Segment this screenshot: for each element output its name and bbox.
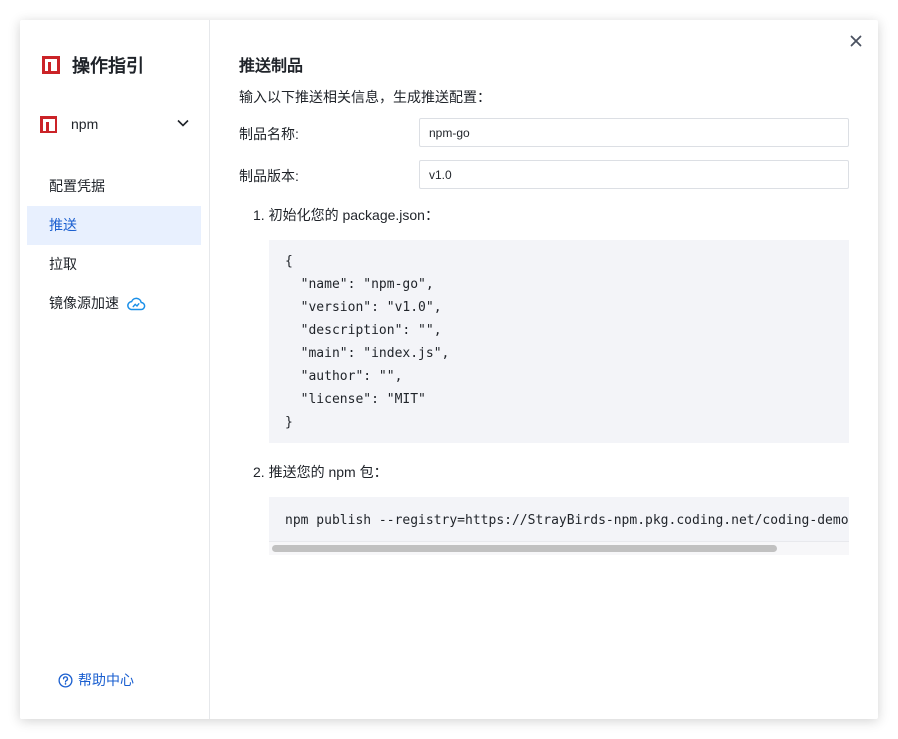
- chevron-down-icon: [177, 119, 189, 127]
- code-line: "license": "MIT": [285, 392, 426, 407]
- sidebar-item-label: 镜像源加速: [49, 295, 119, 311]
- package-type-select[interactable]: npm: [40, 114, 190, 134]
- help-center-link[interactable]: 帮助中心: [58, 670, 134, 690]
- code-line: "description": "",: [285, 323, 442, 338]
- intro-text: 输入以下推送相关信息，生成推送配置：: [239, 89, 491, 105]
- cloud-icon: [127, 297, 146, 310]
- code-line: {: [285, 254, 293, 269]
- sidebar-item-label: 拉取: [49, 256, 77, 272]
- code-line: }: [285, 415, 293, 430]
- help-center-label: 帮助中心: [78, 672, 134, 688]
- sidebar-item-push[interactable]: 推送: [27, 206, 201, 245]
- sidebar-title: 操作指引: [42, 52, 144, 78]
- code-line: "name": "npm-go",: [285, 277, 434, 292]
- sidebar-item-pull[interactable]: 拉取: [27, 245, 201, 284]
- help-icon: [58, 672, 73, 688]
- sidebar-item-mirror-acceleration[interactable]: 镜像源加速: [27, 284, 201, 323]
- artifact-name-input[interactable]: [419, 118, 849, 147]
- npm-logo-icon: [42, 56, 60, 74]
- page-title: 推送制品: [239, 58, 304, 75]
- sidebar-item-label: 推送: [49, 217, 77, 233]
- package-type-label: npm: [71, 116, 99, 132]
- sidebar-item-credentials[interactable]: 配置凭据: [27, 167, 201, 206]
- sidebar: 操作指引 npm 配置凭据 推送 拉取 镜像源加速 帮助中心: [20, 20, 210, 719]
- step-1-label: 1. 初始化您的 package.json：: [253, 207, 439, 223]
- scrollbar-thumb[interactable]: [272, 545, 777, 552]
- code-line: "version": "v1.0",: [285, 300, 442, 315]
- main-content: 推送制品 输入以下推送相关信息，生成推送配置： 制品名称: 制品版本: 1. 初…: [239, 20, 878, 719]
- sidebar-item-label: 配置凭据: [49, 178, 105, 194]
- artifact-name-label: 制品名称:: [239, 126, 299, 142]
- npm-logo-icon: [40, 115, 57, 133]
- sidebar-title-text: 操作指引: [72, 56, 144, 76]
- artifact-version-label: 制品版本:: [239, 168, 299, 184]
- code-line: "main": "index.js",: [285, 346, 450, 361]
- guide-modal: 操作指引 npm 配置凭据 推送 拉取 镜像源加速 帮助中心 推送制品 输入以下…: [20, 20, 878, 719]
- package-json-code-block: { "name": "npm-go", "version": "v1.0", "…: [269, 240, 849, 443]
- sidebar-menu: 配置凭据 推送 拉取 镜像源加速: [27, 167, 201, 323]
- horizontal-scrollbar[interactable]: [269, 541, 849, 555]
- artifact-version-input[interactable]: [419, 160, 849, 189]
- publish-command: npm publish --registry=https://StrayBird…: [285, 513, 849, 528]
- step-2-label: 2. 推送您的 npm 包：: [253, 464, 388, 480]
- publish-command-code-block: npm publish --registry=https://StrayBird…: [269, 497, 849, 555]
- code-line: "author": "",: [285, 369, 403, 384]
